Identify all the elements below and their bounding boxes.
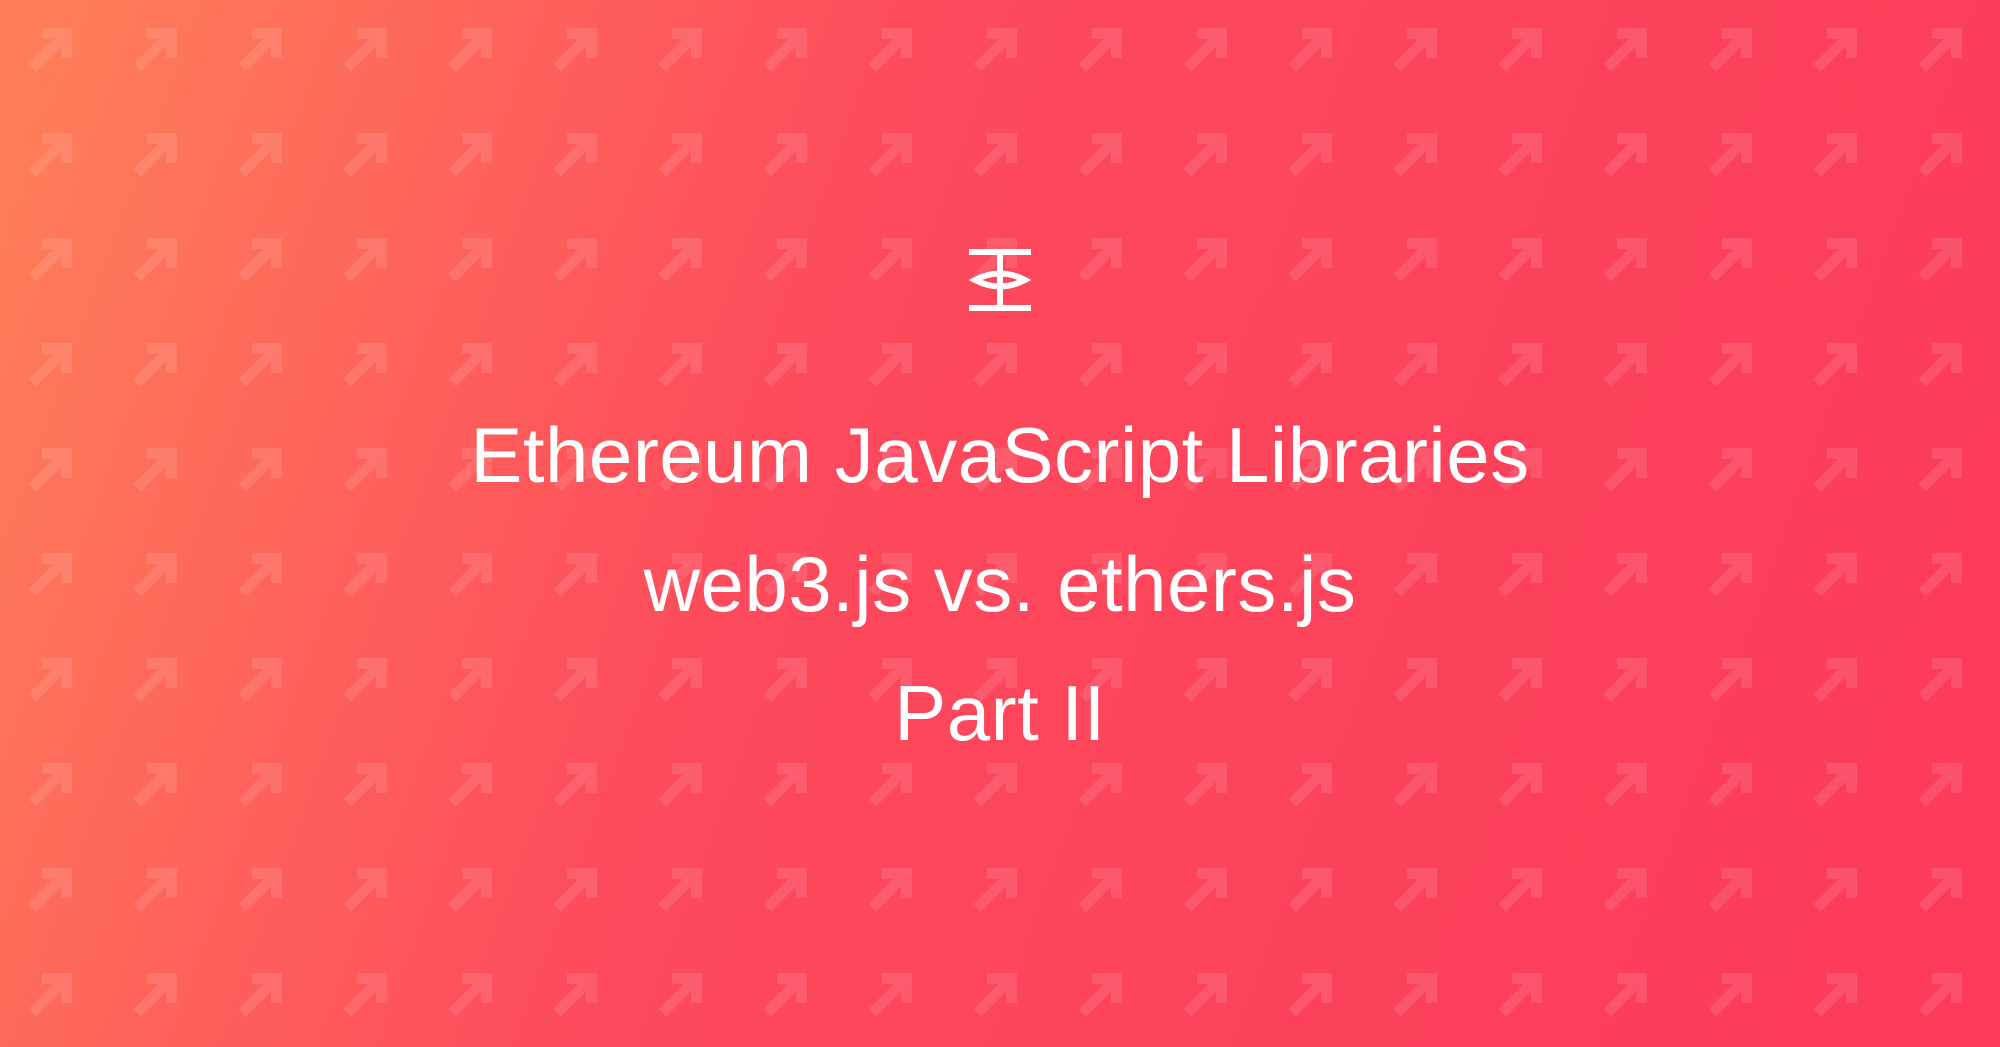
hero-banner: Ethereum JavaScript Libraries web3.js vs… xyxy=(0,0,2000,1047)
title-line-2: web3.js vs. ethers.js xyxy=(644,520,1357,649)
title-line-3: Part II xyxy=(894,649,1106,778)
content-container: Ethereum JavaScript Libraries web3.js vs… xyxy=(470,249,1529,777)
title-line-1: Ethereum JavaScript Libraries xyxy=(470,391,1529,520)
infura-logo-icon xyxy=(965,249,1035,316)
